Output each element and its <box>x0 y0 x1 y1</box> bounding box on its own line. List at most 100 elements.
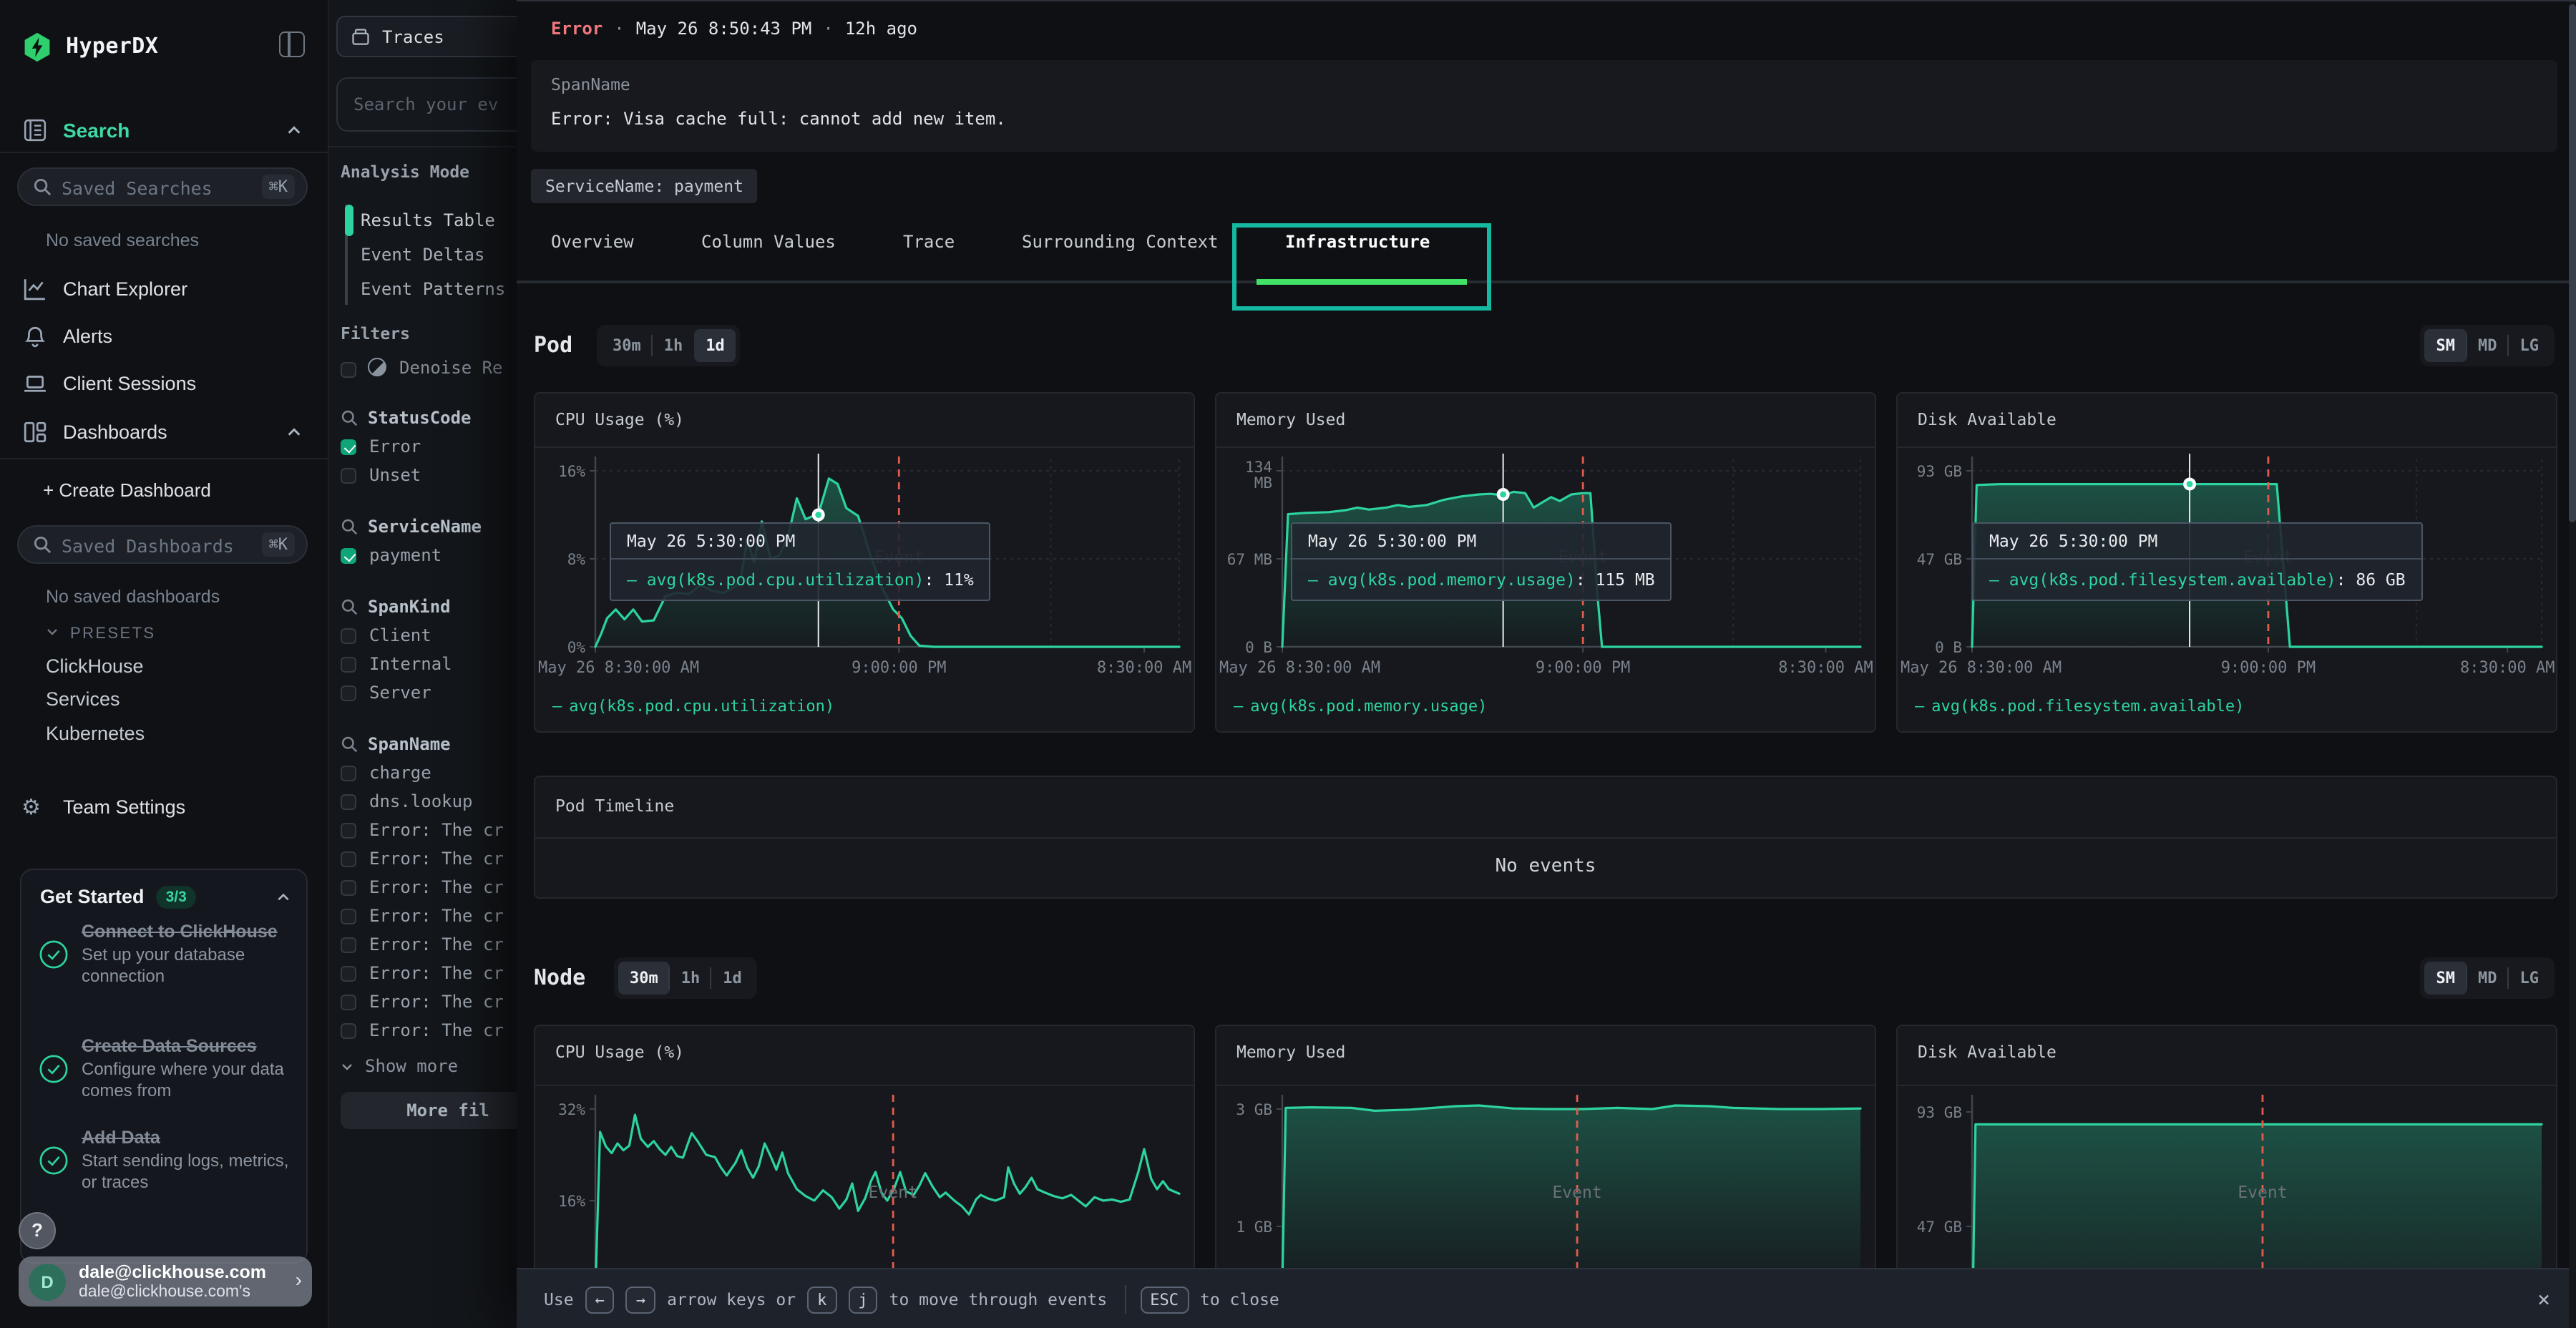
svg-text:0 B: 0 B <box>1245 639 1272 656</box>
checkbox[interactable] <box>341 547 356 563</box>
filter-option-row[interactable]: Error: The cr <box>341 902 517 930</box>
filter-option-row[interactable]: Error: The cr <box>341 930 517 959</box>
size-sm[interactable]: SM <box>2425 329 2467 362</box>
sidebar-item-team-settings[interactable]: ⚙ Team Settings <box>0 786 328 829</box>
checkbox[interactable] <box>341 656 356 672</box>
filter-option-row[interactable]: Error: The cr <box>341 873 517 902</box>
analysis-mode-label: Analysis Mode <box>341 162 469 182</box>
analysis-option-event-patterns[interactable]: Event Patterns <box>361 273 517 304</box>
range-1d[interactable]: 1d <box>711 962 753 995</box>
user-menu[interactable]: D dale@clickhouse.com dale@clickhouse.co… <box>19 1256 312 1307</box>
filter-option-row[interactable]: payment <box>341 541 517 570</box>
range-1h[interactable]: 1h <box>653 329 695 362</box>
checkbox[interactable] <box>341 937 356 952</box>
sidebar-collapse-icon[interactable] <box>279 31 305 57</box>
checkbox[interactable] <box>341 965 356 981</box>
arrow-left-key[interactable]: ← <box>585 1286 615 1313</box>
checkbox[interactable] <box>341 467 356 483</box>
filter-option-row[interactable]: Server <box>341 678 517 707</box>
arrow-right-key[interactable]: → <box>626 1286 655 1313</box>
create-dashboard-button[interactable]: + Create Dashboard <box>43 479 211 501</box>
chevron-down-icon <box>341 1060 353 1073</box>
chart-title: Disk Available <box>1918 409 2057 429</box>
k-key[interactable]: k <box>807 1286 836 1313</box>
preset-services[interactable]: Services <box>46 688 120 710</box>
saved-searches-input[interactable]: Saved Searches ⌘K <box>17 167 308 206</box>
check-circle-icon <box>39 1146 69 1176</box>
bell-icon <box>23 324 47 348</box>
sidebar-item-search[interactable]: Search <box>0 109 328 152</box>
filter-option-row[interactable]: Error: The cr <box>341 816 517 844</box>
analysis-option-results-table[interactable]: Results Table <box>361 205 517 236</box>
preset-clickhouse[interactable]: ClickHouse <box>46 655 144 677</box>
range-30m[interactable]: 30m <box>601 329 653 362</box>
denoise-filter-row[interactable]: Denoise Re <box>341 356 517 379</box>
tab-surrounding-context[interactable]: Surrounding Context <box>1022 232 1219 252</box>
checkbox[interactable] <box>341 1022 356 1038</box>
filter-option-row[interactable]: charge <box>341 758 517 787</box>
close-icon[interactable]: × <box>2537 1285 2550 1314</box>
service-name-chip[interactable]: ServiceName: payment <box>531 169 758 203</box>
filter-option-row[interactable]: dns.lookup <box>341 787 517 816</box>
tab-column-values[interactable]: Column Values <box>701 232 836 252</box>
checkbox[interactable] <box>341 439 356 454</box>
size-md[interactable]: MD <box>2467 962 2509 995</box>
size-lg[interactable]: LG <box>2509 962 2551 995</box>
scrollbar[interactable] <box>2569 1 2576 1328</box>
tab-trace[interactable]: Trace <box>903 232 955 252</box>
search-icon <box>33 535 52 554</box>
search-icon <box>341 598 358 615</box>
checkbox[interactable] <box>341 794 356 809</box>
size-md[interactable]: MD <box>2467 329 2509 362</box>
checkbox[interactable] <box>341 765 356 781</box>
checkbox[interactable] <box>341 685 356 700</box>
range-1d[interactable]: 1d <box>694 329 736 362</box>
pod-section-header: Pod 30m 1h 1d SM MD LG <box>517 325 2576 368</box>
source-value: Traces <box>382 27 444 47</box>
esc-key[interactable]: ESC <box>1140 1286 1189 1313</box>
no-events-message: No events <box>535 856 2556 877</box>
get-started-item[interactable]: Connect to ClickHouseSet up your databas… <box>39 922 293 988</box>
source-select[interactable]: Traces <box>336 16 517 57</box>
scrollbar-thumb[interactable] <box>2569 4 2576 522</box>
sidebar-item-alerts[interactable]: Alerts <box>0 315 328 358</box>
get-started-item[interactable]: Create Data SourcesConfigure where your … <box>39 1036 293 1103</box>
presets-header[interactable]: PRESETS <box>46 625 156 643</box>
size-sm[interactable]: SM <box>2425 962 2467 995</box>
filter-option-row[interactable]: Error: The cr <box>341 1016 517 1045</box>
checkbox[interactable] <box>341 822 356 838</box>
checkbox[interactable] <box>341 628 356 643</box>
filter-option-row[interactable]: Error: The cr <box>341 844 517 873</box>
pod-disk-chart-card: Disk Available93 GB47 GB0 BEventMay 26 8… <box>1896 392 2557 733</box>
preset-kubernetes[interactable]: Kubernetes <box>46 723 145 744</box>
checkbox[interactable] <box>341 879 356 895</box>
filter-option-row[interactable]: Internal <box>341 650 517 678</box>
range-1h[interactable]: 1h <box>670 962 712 995</box>
checkbox[interactable] <box>341 851 356 866</box>
filter-option-row[interactable]: Client <box>341 621 517 650</box>
filter-option-row[interactable]: Error: The cr <box>341 959 517 987</box>
help-button[interactable]: ? <box>19 1212 56 1249</box>
denoise-checkbox[interactable] <box>341 362 356 378</box>
more-filters-button[interactable]: More fil <box>341 1092 517 1129</box>
analysis-option-event-deltas[interactable]: Event Deltas <box>361 238 517 270</box>
checkbox[interactable] <box>341 994 356 1010</box>
tab-overview[interactable]: Overview <box>551 232 634 252</box>
checkbox[interactable] <box>341 908 356 924</box>
get-started-item[interactable]: Add DataStart sending logs, metrics, or … <box>39 1128 293 1194</box>
j-key[interactable]: j <box>848 1286 877 1313</box>
size-lg[interactable]: LG <box>2509 329 2551 362</box>
filter-option-row[interactable]: Error <box>341 432 517 461</box>
show-more-button[interactable]: Show more <box>341 1052 517 1080</box>
sidebar-item-client-sessions[interactable]: Client Sessions <box>0 362 328 405</box>
event-search-input[interactable]: Search your ev <box>336 77 517 132</box>
sidebar-item-chart-explorer[interactable]: Chart Explorer <box>0 268 328 311</box>
get-started-header[interactable]: Get Started3/3 <box>40 884 291 913</box>
saved-dashboards-input[interactable]: Saved Dashboards ⌘K <box>17 525 308 564</box>
svg-text:1 GB: 1 GB <box>1236 1219 1272 1236</box>
search-config-panel: Traces Search your ev Analysis Mode Resu… <box>329 0 517 1328</box>
filter-option-row[interactable]: Error: The cr <box>341 987 517 1016</box>
range-30m[interactable]: 30m <box>618 962 670 995</box>
filter-option-row[interactable]: Unset <box>341 461 517 489</box>
sidebar-item-dashboards[interactable]: Dashboards <box>0 411 328 454</box>
